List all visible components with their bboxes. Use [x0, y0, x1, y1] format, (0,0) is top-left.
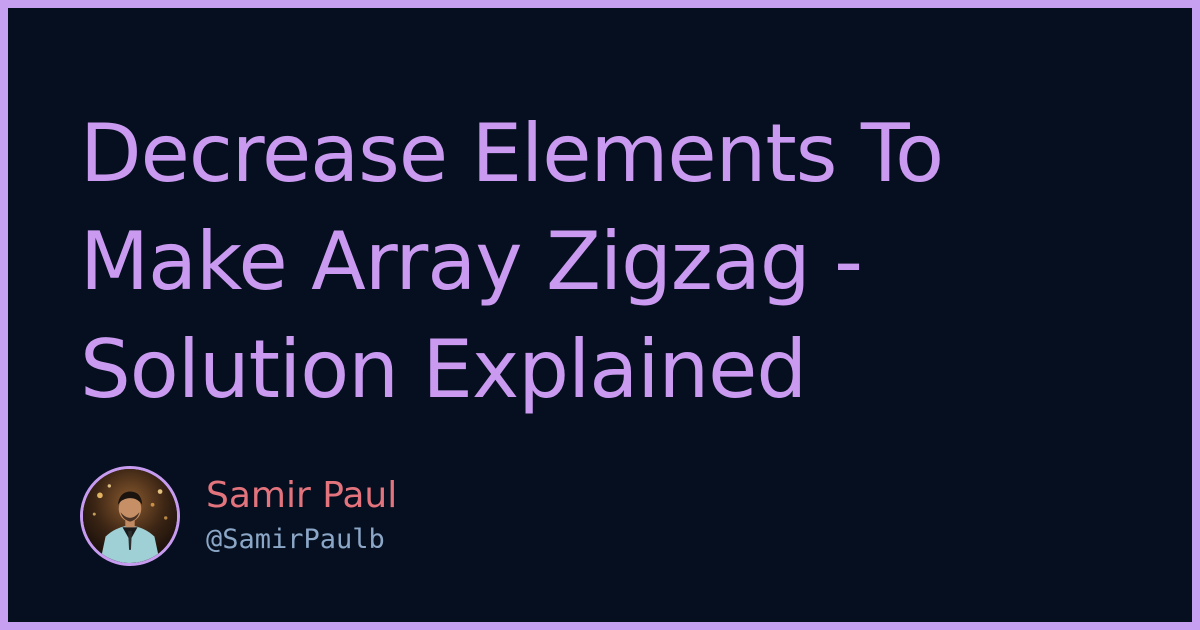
author-handle: @SamirPaulb: [206, 524, 385, 555]
title-line-1: Decrease Elements To: [80, 107, 944, 200]
social-card: Decrease Elements To Make Array Zigzag -…: [0, 0, 1200, 630]
author-text: Samir Paul @SamirPaulb: [206, 474, 397, 558]
title-line-2: Make Array Zigzag -: [80, 215, 863, 308]
author-name: Samir Paul: [206, 475, 398, 516]
author-block: Samir Paul @SamirPaulb: [80, 466, 397, 566]
page-title: Decrease Elements To Make Array Zigzag -…: [80, 100, 1140, 424]
title-line-3: Solution Explained: [80, 323, 807, 416]
avatar: [80, 466, 180, 566]
user-photo-icon: [83, 469, 177, 563]
